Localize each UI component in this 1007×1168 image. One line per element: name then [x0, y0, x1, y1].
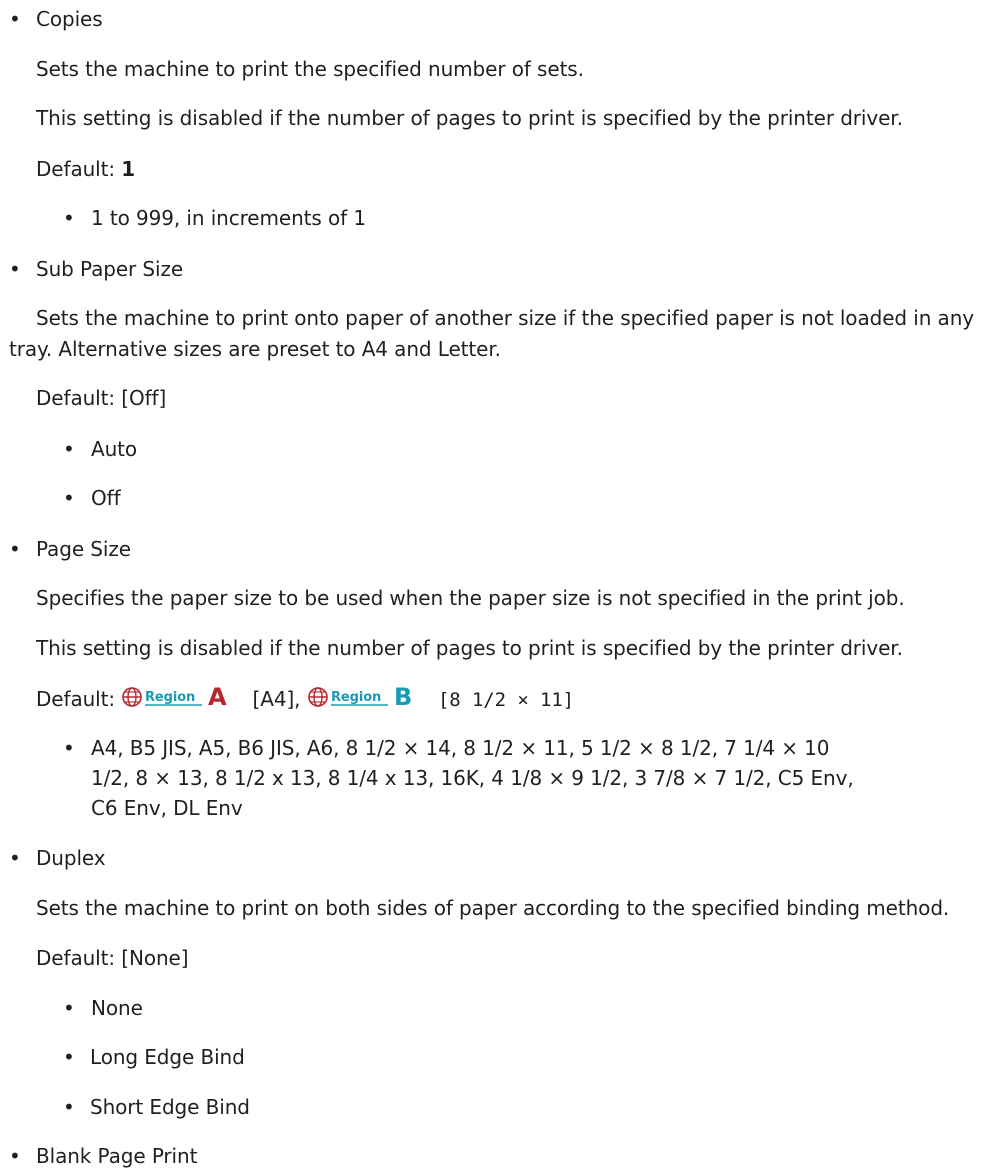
- globe-icon: [307, 687, 328, 707]
- page-size-title: Page Size: [36, 537, 131, 561]
- region-label: Region: [145, 690, 195, 705]
- duplex-option: None: [91, 996, 143, 1020]
- region-a-badge: Region A: [122, 685, 227, 709]
- bullet: •: [63, 1045, 75, 1069]
- duplex-title: Duplex: [36, 846, 106, 870]
- duplex-default: Default: [None]: [36, 946, 189, 970]
- bullet: •: [9, 257, 21, 281]
- bullet: •: [63, 736, 75, 760]
- bullet: •: [63, 437, 75, 461]
- bullet: •: [63, 996, 75, 1020]
- globe-icon: [122, 687, 143, 707]
- bullet: •: [9, 7, 21, 31]
- sub-paper-description-line1: Sets the machine to print onto paper of …: [36, 306, 975, 330]
- copies-disabled-note: This setting is disabled if the number o…: [36, 106, 903, 130]
- blank-page-title: Blank Page Print: [36, 1144, 198, 1168]
- copies-option: 1 to 999, in increments of 1: [91, 206, 366, 230]
- duplex-description: Sets the machine to print on both sides …: [36, 896, 950, 920]
- bullet: •: [9, 1144, 21, 1168]
- page-size-description: Specifies the paper size to be used when…: [36, 586, 905, 610]
- duplex-option: Long Edge Bind: [90, 1045, 245, 1069]
- bullet: •: [9, 537, 21, 561]
- sub-paper-description-line2: tray. Alternative sizes are preset to A4…: [9, 337, 501, 361]
- page-size-options-line1: A4, B5 JIS, A5, B6 JIS, A6, 8 1/2 × 14, …: [91, 736, 830, 760]
- region-b-letter: B: [394, 685, 412, 709]
- bullet: •: [63, 1095, 75, 1119]
- region-label: Region: [331, 690, 381, 705]
- sub-paper-option: Auto: [91, 437, 138, 461]
- bullet: •: [63, 206, 75, 230]
- page-size-options-line3: C6 Env, DL Env: [91, 796, 243, 820]
- bullet: •: [63, 486, 75, 510]
- page-size-options-line2: 1/2, 8 × 13, 8 1/2 x 13, 8 1/4 x 13, 16K…: [91, 766, 854, 790]
- region-b-default: [8 1/2 × 11]: [437, 689, 575, 711]
- copies-title: Copies: [36, 7, 103, 31]
- region-b-badge: Region B: [307, 685, 412, 709]
- duplex-option: Short Edge Bind: [90, 1095, 250, 1119]
- page-size-default: Default: Region A [A4], Region B [8 1/2 …: [36, 685, 575, 711]
- document-page: • Copies Sets the machine to print the s…: [0, 0, 1007, 1168]
- sub-paper-title: Sub Paper Size: [36, 257, 184, 281]
- page-size-disabled-note: This setting is disabled if the number o…: [36, 636, 903, 660]
- sub-paper-option: Off: [91, 486, 121, 510]
- sub-paper-default: Default: [Off]: [36, 386, 167, 410]
- bullet: •: [9, 846, 21, 870]
- region-a-letter: A: [208, 685, 227, 709]
- region-a-default: [A4],: [252, 687, 301, 711]
- copies-description: Sets the machine to print the specified …: [36, 57, 584, 81]
- copies-default: Default: 1: [36, 157, 136, 181]
